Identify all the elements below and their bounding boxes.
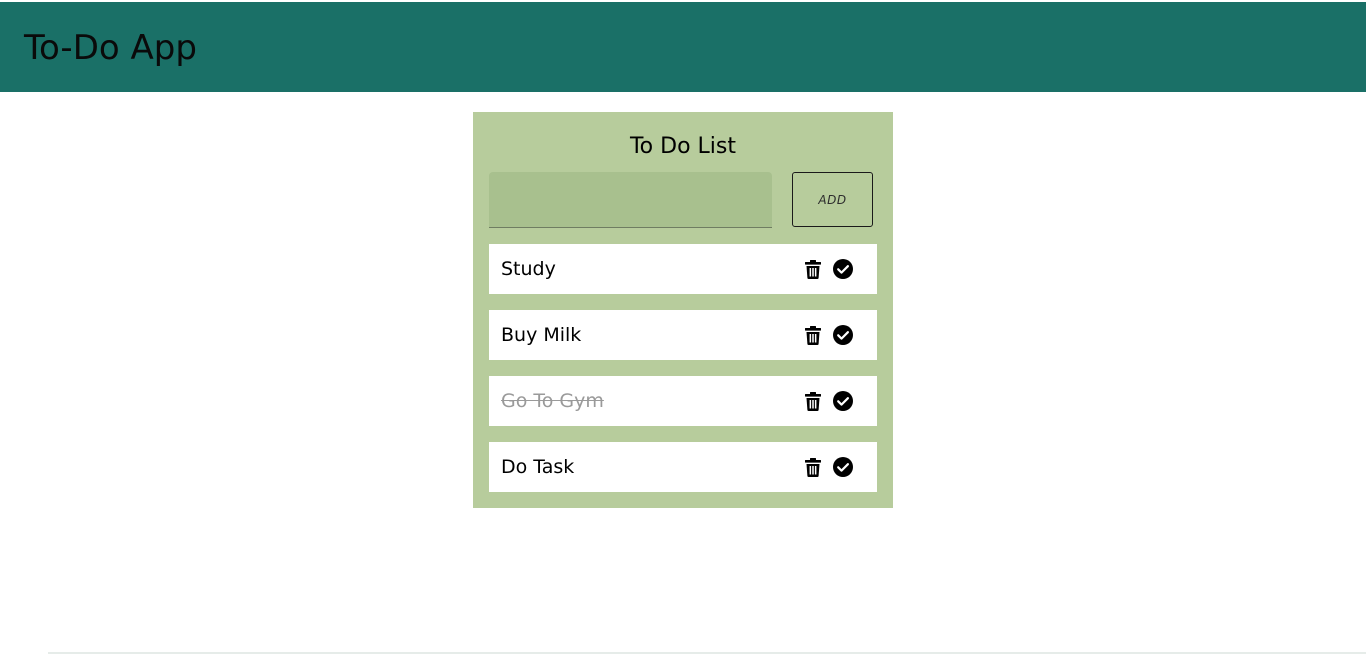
task-item: Study — [489, 244, 877, 294]
task-input[interactable] — [489, 172, 772, 228]
add-button[interactable]: ADD — [792, 172, 873, 227]
task-item: Go To Gym — [489, 376, 877, 426]
trash-icon[interactable] — [802, 324, 824, 346]
task-item: Do Task — [489, 442, 877, 492]
task-text: Do Task — [501, 456, 575, 478]
task-text-completed: Go To Gym — [501, 390, 604, 412]
card-title: To Do List — [629, 134, 736, 159]
trash-icon[interactable] — [802, 456, 824, 478]
app-title: To-Do App — [24, 28, 197, 68]
check-circle-icon[interactable] — [832, 324, 854, 346]
trash-icon[interactable] — [802, 258, 824, 280]
todo-card: To Do List ADD Study Buy Milk Go To Gym … — [473, 112, 893, 508]
check-circle-icon[interactable] — [832, 456, 854, 478]
task-text: Buy Milk — [501, 324, 582, 346]
check-circle-icon[interactable] — [832, 390, 854, 412]
trash-icon[interactable] — [802, 390, 824, 412]
task-item: Buy Milk — [489, 310, 877, 360]
app-header: To-Do App — [0, 2, 1366, 92]
task-text: Study — [501, 258, 556, 280]
check-circle-icon[interactable] — [832, 258, 854, 280]
